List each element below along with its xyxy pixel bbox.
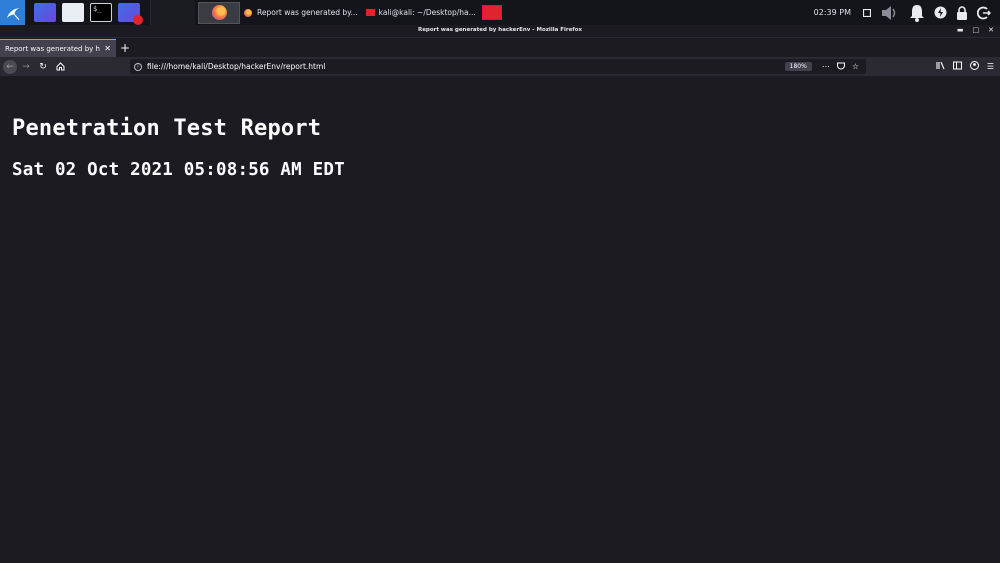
screen-recorder-button[interactable] xyxy=(118,3,143,25)
site-info-icon[interactable]: i xyxy=(134,62,142,71)
tab-close-icon[interactable]: ✕ xyxy=(104,44,111,53)
taskbar-item-label: Report was generated by... xyxy=(257,8,358,17)
sidebar-icon[interactable] xyxy=(952,61,962,72)
back-button[interactable]: ← xyxy=(3,59,17,74)
lock-screen-icon[interactable] xyxy=(956,5,968,20)
terminal-prompt-glyph: $_ xyxy=(93,5,102,13)
kali-menu-button[interactable] xyxy=(0,0,25,25)
page-actions-icon[interactable]: ⋯ xyxy=(822,62,830,71)
show-desktop-button[interactable] xyxy=(34,3,56,22)
tab-label: Report was generated by hackerEnv xyxy=(5,44,100,53)
taskbar-item-recorder[interactable] xyxy=(481,5,502,20)
taskbar-item-label: kali@kali: ~/Desktop/ha... xyxy=(378,8,476,17)
window-title: Report was generated by hackerEnv - Mozi… xyxy=(417,27,583,33)
window-titlebar[interactable]: Report was generated by hackerEnv - Mozi… xyxy=(0,25,1000,38)
arrow-right-icon: → xyxy=(22,61,30,72)
bookmark-star-icon[interactable]: ☆ xyxy=(852,62,859,71)
volume-icon[interactable] xyxy=(880,4,900,22)
logout-icon[interactable] xyxy=(977,6,991,20)
minimize-icon[interactable]: ▬ xyxy=(957,26,964,34)
terminal-launcher-button[interactable]: $_ xyxy=(90,3,112,22)
workspace-switcher[interactable] xyxy=(150,0,195,25)
home-icon xyxy=(56,62,64,71)
active-workspace[interactable] xyxy=(198,1,240,24)
arrow-left-icon: ← xyxy=(6,61,14,72)
pocket-icon[interactable] xyxy=(836,62,845,72)
firefox-icon xyxy=(211,5,227,20)
taskbar-item-firefox[interactable]: Report was generated by... xyxy=(240,0,362,25)
page-title: Penetration Test Report xyxy=(12,116,322,141)
tab-strip: Report was generated by hackerEnv ✕ + xyxy=(0,38,1000,57)
clock[interactable]: 02:39 PM xyxy=(814,8,851,17)
library-icon[interactable] xyxy=(936,61,945,72)
new-tab-button[interactable]: + xyxy=(116,39,134,57)
maximize-icon[interactable]: □ xyxy=(973,26,980,34)
file-manager-button[interactable] xyxy=(62,3,84,22)
taskbar-item-terminal[interactable]: kali@kali: ~/Desktop/ha... xyxy=(362,0,480,25)
reload-icon: ↻ xyxy=(39,61,47,72)
power-manager-icon[interactable] xyxy=(934,6,947,19)
navigation-bar: ← → ↻ i file:///home/kali/Desktop/hacker… xyxy=(0,57,1000,76)
firefox-icon xyxy=(244,8,252,17)
tab-report[interactable]: Report was generated by hackerEnv ✕ xyxy=(0,39,116,57)
plus-icon: + xyxy=(119,41,131,55)
zoom-level-badge[interactable]: 180% xyxy=(784,62,812,71)
top-panel: $_ Report was generated by... kali@kali:… xyxy=(0,0,1000,25)
account-icon[interactable] xyxy=(969,61,979,72)
reload-button[interactable]: ↻ xyxy=(35,59,51,75)
address-bar[interactable]: i file:///home/kali/Desktop/hackerEnv/re… xyxy=(130,59,866,74)
page-content: Penetration Test Report Sat 02 Oct 2021 … xyxy=(0,76,1000,563)
window-list-icon[interactable] xyxy=(863,8,871,17)
url-text[interactable]: file:///home/kali/Desktop/hackerEnv/repo… xyxy=(147,62,785,71)
terminal-icon xyxy=(365,9,375,16)
forward-button[interactable]: → xyxy=(18,59,34,75)
report-date: Sat 02 Oct 2021 05:08:56 AM EDT xyxy=(12,160,345,180)
close-icon[interactable]: ✕ xyxy=(988,26,994,34)
kali-dragon-icon xyxy=(6,7,20,20)
home-button[interactable] xyxy=(52,59,68,75)
notifications-bell-icon[interactable] xyxy=(909,4,925,22)
hamburger-menu-icon[interactable]: ☰ xyxy=(987,62,994,71)
